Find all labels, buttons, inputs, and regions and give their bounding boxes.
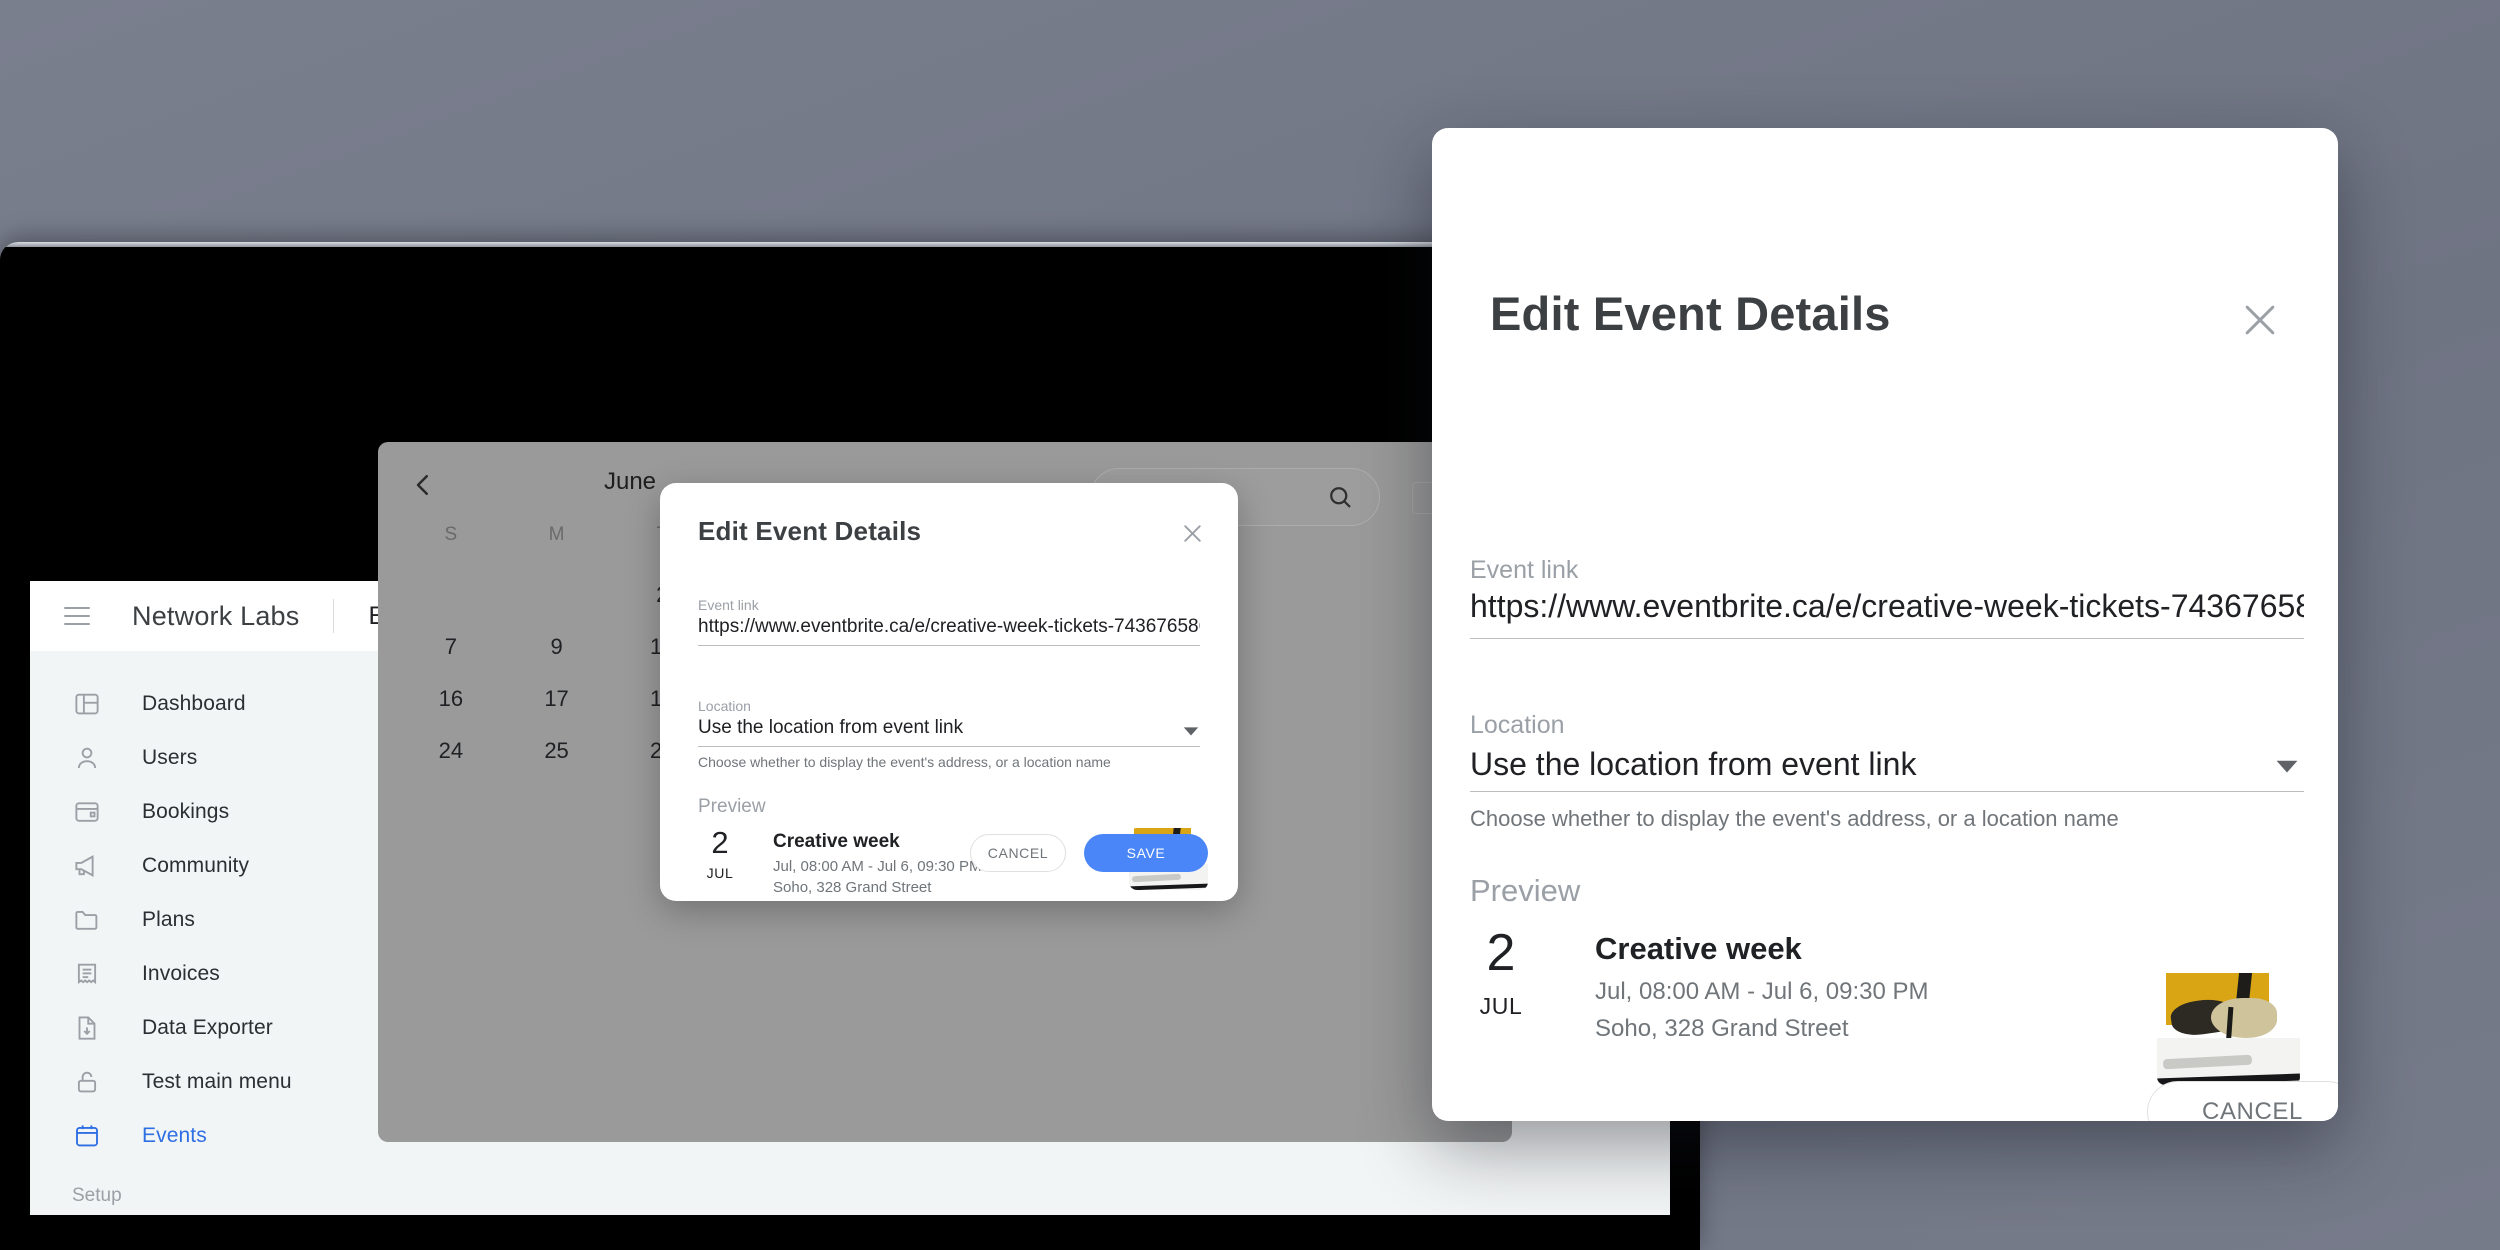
chevron-down-icon[interactable] <box>2274 758 2300 774</box>
event-link-label: Event link <box>1470 556 1579 584</box>
location-select[interactable]: Use the location from event link <box>1470 746 2250 783</box>
sidebar-item-label: Events <box>142 1124 207 1147</box>
sidebar-item-label: Invoices <box>142 962 220 985</box>
megaphone-icon <box>72 851 102 881</box>
close-icon[interactable] <box>2238 298 2282 342</box>
preview-day-number: 2 <box>711 825 729 860</box>
calendar-day-cell[interactable]: 7 <box>398 634 504 660</box>
bookings-card-icon <box>72 797 102 827</box>
lock-icon <box>72 1067 102 1097</box>
calendar-day-blank <box>504 582 610 608</box>
dashboard-icon <box>72 689 102 719</box>
sidebar-item-label: Dashboard <box>142 692 246 715</box>
sidebar-item-plans[interactable]: Plans <box>30 893 378 947</box>
preview-day-month: JUL <box>1479 993 1523 1019</box>
location-help-text: Choose whether to display the event's ad… <box>698 754 1111 770</box>
calendar-day-cell[interactable]: 9 <box>504 634 610 660</box>
save-button[interactable]: SAVE <box>1084 834 1208 872</box>
event-link-input[interactable]: https://www.eventbrite.ca/e/creative-wee… <box>1470 588 2304 625</box>
calendar-weekday: S <box>444 524 458 545</box>
org-name: Network Labs <box>132 600 300 631</box>
event-thumbnail-image <box>2157 973 2300 1085</box>
header-divider <box>333 599 335 633</box>
preview-event-time: Jul, 08:00 AM - Jul 6, 09:30 PM <box>773 858 982 875</box>
preview-day-number: 2 <box>1486 924 1516 982</box>
sidebar-item-label: Plans <box>142 908 196 931</box>
sidebar-item-users[interactable]: Users <box>30 731 378 785</box>
preview-event-time: Jul, 08:00 AM - Jul 6, 09:30 PM <box>1595 978 1929 1005</box>
calendar-day-cell[interactable]: 25 <box>504 738 610 764</box>
chevron-down-icon[interactable] <box>1182 725 1200 737</box>
sidebar-item-events[interactable]: Events <box>30 1109 378 1163</box>
calendar-day-cell[interactable]: 24 <box>398 738 504 764</box>
search-icon <box>1325 482 1355 512</box>
edit-event-dialog: Edit Event Details Event link https://ww… <box>1432 128 2338 1121</box>
sidebar-item-label: Bookings <box>142 800 230 823</box>
folder-icon <box>72 905 102 935</box>
preview-event-place: Soho, 328 Grand Street <box>773 879 932 896</box>
file-download-icon <box>72 1013 102 1043</box>
location-label: Location <box>1470 711 1565 739</box>
calendar-day-blank <box>398 582 504 608</box>
sidebar-item-community[interactable]: Community <box>30 839 378 893</box>
sidebar-item-invoices[interactable]: Invoices <box>30 947 378 1001</box>
event-link-underline <box>1470 638 2304 639</box>
preview-event-name: Creative week <box>773 831 900 852</box>
calendar-day-cell[interactable]: 17 <box>504 686 610 712</box>
sidebar: Dashboard Users Bookings Community Plans… <box>30 651 378 1215</box>
event-link-label: Event link <box>698 597 759 613</box>
sidebar-item-label: Community <box>142 854 250 877</box>
cancel-button[interactable]: CANCEL <box>970 834 1066 872</box>
user-icon <box>72 743 102 773</box>
edit-event-dialog-small: Edit Event Details Event link https://ww… <box>660 483 1238 901</box>
sidebar-item-test-main-menu[interactable]: Test main menu <box>30 1055 378 1109</box>
location-underline <box>698 746 1200 747</box>
location-label: Location <box>698 698 751 714</box>
sidebar-item-label: Data Exporter <box>142 1016 273 1039</box>
preview-day-month: JUL <box>706 865 734 881</box>
chevron-left-icon[interactable] <box>408 470 438 500</box>
preview-event-name: Creative week <box>1595 931 1802 966</box>
sidebar-item-dashboard[interactable]: Dashboard <box>30 677 378 731</box>
location-underline <box>1470 791 2304 792</box>
location-help-text: Choose whether to display the event's ad… <box>1470 806 2119 831</box>
sidebar-item-data-exporter[interactable]: Data Exporter <box>30 1001 378 1055</box>
location-select[interactable]: Use the location from event link <box>698 717 1168 739</box>
sidebar-item-label: Test main menu <box>142 1070 292 1093</box>
calendar-icon <box>72 1121 102 1151</box>
calendar-day-cell[interactable]: 16 <box>398 686 504 712</box>
dialog-title: Edit Event Details <box>1490 287 1891 340</box>
sidebar-item-bookings[interactable]: Bookings <box>30 785 378 839</box>
sidebar-section-label: Setup <box>72 1185 122 1206</box>
event-link-underline <box>698 645 1200 646</box>
cancel-button[interactable]: CANCEL <box>2147 1081 2338 1121</box>
preview-event-place: Soho, 328 Grand Street <box>1595 1015 1849 1042</box>
close-icon[interactable] <box>1180 521 1205 546</box>
sidebar-item-label: Users <box>142 746 198 769</box>
calendar-weekday: M <box>548 524 565 545</box>
receipt-icon <box>72 959 102 989</box>
event-link-input[interactable]: https://www.eventbrite.ca/e/creative-wee… <box>698 616 1200 638</box>
preview-label: Preview <box>698 796 766 817</box>
dialog-title: Edit Event Details <box>698 516 922 546</box>
hamburger-icon[interactable] <box>64 607 90 625</box>
preview-label: Preview <box>1470 873 1581 908</box>
